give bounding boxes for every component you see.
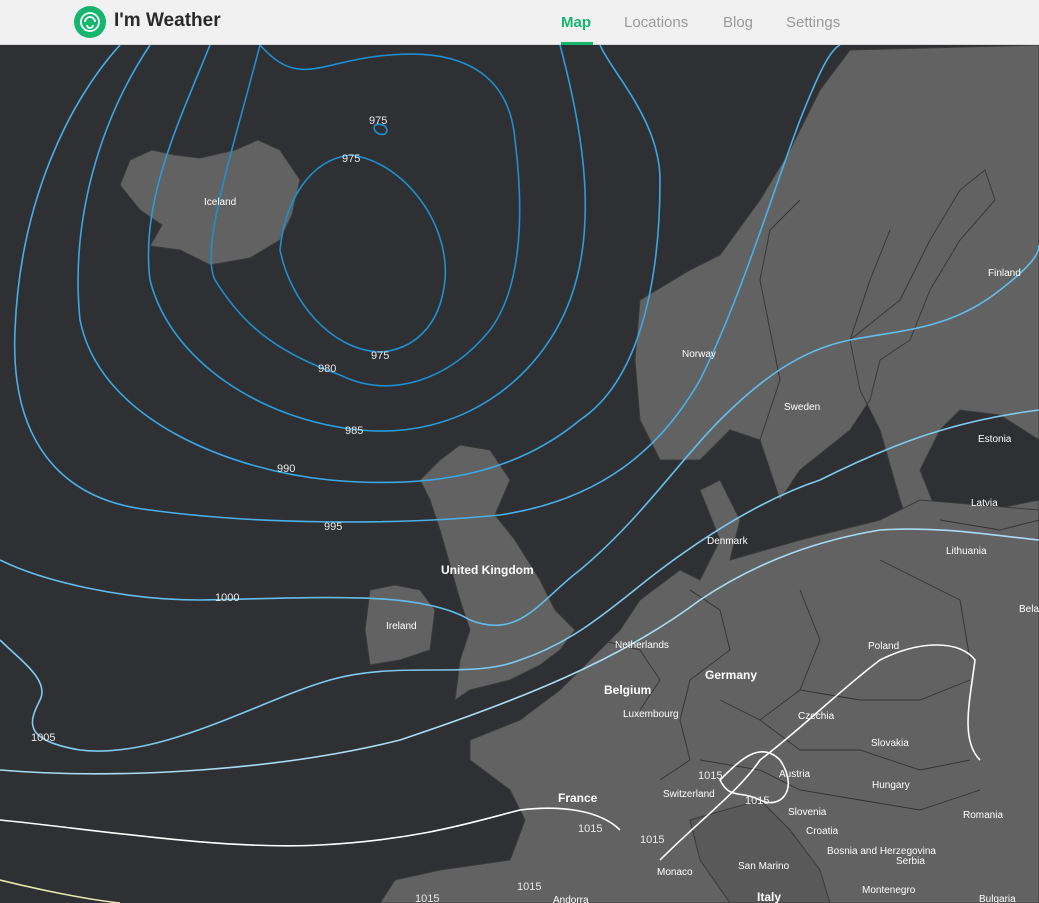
label-slovenia: Slovenia (788, 807, 827, 818)
app-logo-icon[interactable] (74, 6, 106, 38)
isobar-label: 995 (324, 521, 342, 533)
app-title[interactable]: I'm Weather (114, 10, 221, 32)
label-france: France (558, 791, 598, 805)
label-iceland: Iceland (204, 197, 236, 208)
label-denmark: Denmark (707, 536, 749, 547)
label-belgium: Belgium (604, 683, 651, 697)
label-sweden: Sweden (784, 402, 820, 413)
label-slovakia: Slovakia (871, 738, 909, 749)
isobar-label: 1015 (745, 795, 769, 807)
nav-settings[interactable]: Settings (786, 14, 840, 31)
isobar-label: 1000 (215, 592, 239, 604)
label-italy: Italy (757, 890, 781, 903)
label-hungary: Hungary (872, 780, 910, 791)
label-estonia: Estonia (978, 434, 1012, 445)
nav-locations[interactable]: Locations (624, 14, 688, 31)
isobar-label: 975 (342, 153, 360, 165)
nav-blog[interactable]: Blog (723, 14, 753, 31)
label-serbia: Serbia (896, 856, 925, 867)
isobar-label: 1015 (698, 770, 722, 782)
isobar-label: 1015 (517, 881, 541, 893)
label-latvia: Latvia (971, 498, 998, 509)
label-united-kingdom: United Kingdom (441, 563, 534, 577)
label-monaco: Monaco (657, 867, 693, 878)
label-finland: Finland (988, 268, 1021, 279)
isobar-label: 980 (318, 363, 336, 375)
label-switzerland: Switzerland (663, 789, 715, 800)
label-croatia: Croatia (806, 826, 839, 837)
label-andorra: Andorra (553, 895, 589, 903)
active-tab-indicator (561, 42, 593, 45)
isobar-label: 1005 (31, 732, 55, 744)
isobar-label: 990 (277, 463, 295, 475)
label-norway: Norway (682, 349, 716, 360)
isobar-label: 975 (371, 350, 389, 362)
label-ireland: Ireland (386, 621, 417, 632)
label-san-marino: San Marino (738, 861, 790, 872)
weather-map[interactable]: 975 975 975 980 985 990 995 1000 1005 10… (0, 45, 1039, 903)
label-poland: Poland (868, 641, 899, 652)
label-germany: Germany (705, 668, 757, 682)
label-montenegro: Montenegro (862, 885, 916, 896)
isobar-label: 1015 (578, 823, 602, 835)
top-navbar: I'm Weather Map Locations Blog Settings (0, 0, 1039, 45)
label-austria: Austria (779, 769, 811, 780)
label-luxembourg: Luxembourg (623, 709, 679, 720)
isobar-label: 1015 (415, 893, 439, 903)
label-lithuania: Lithuania (946, 546, 987, 557)
isobar-label: 985 (345, 425, 363, 437)
isobar-label: 975 (369, 115, 387, 127)
label-czechia: Czechia (798, 711, 835, 722)
isobar-label: 1015 (640, 834, 664, 846)
label-belarus: Belar (1019, 604, 1039, 615)
nav-map[interactable]: Map (561, 14, 591, 31)
label-romania: Romania (963, 810, 1003, 821)
label-netherlands: Netherlands (615, 640, 669, 651)
label-bulgaria: Bulgaria (979, 894, 1016, 903)
